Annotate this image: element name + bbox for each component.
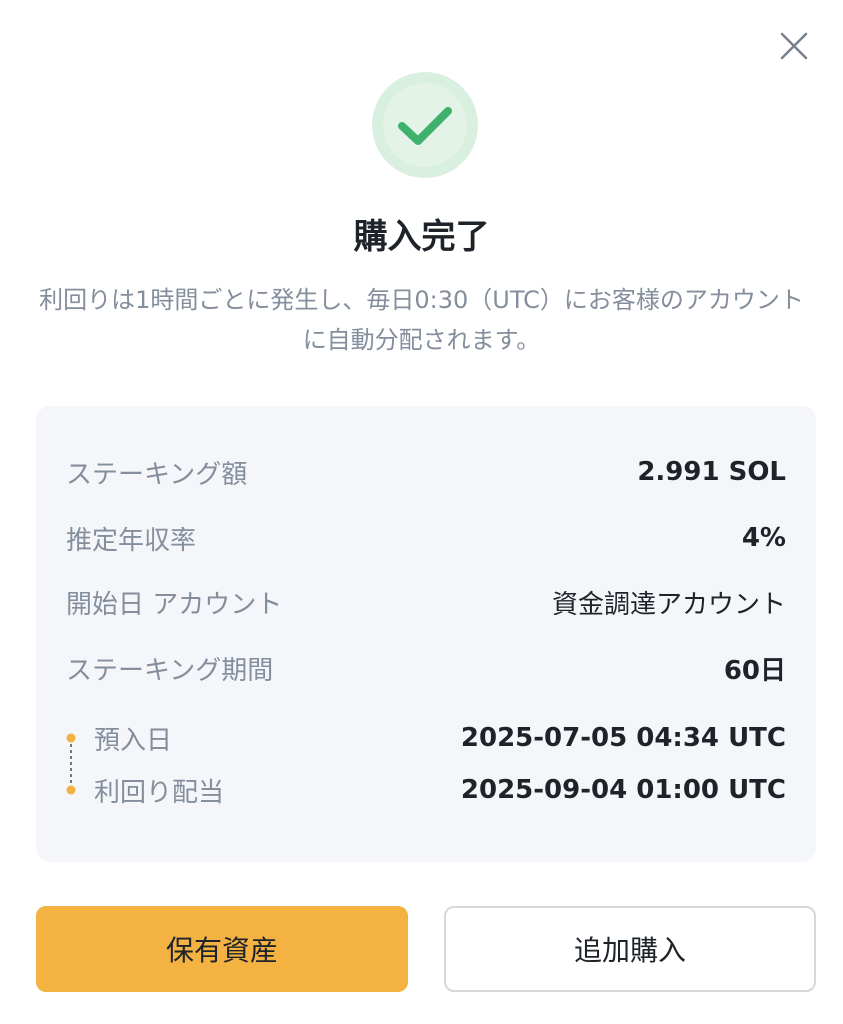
deposit-date-value: 2025-07-05 04:34 UTC: [460, 723, 786, 753]
close-button[interactable]: [774, 26, 814, 66]
dialog-title: 購入完了: [353, 217, 490, 257]
start-account-value: 資金調達アカウント: [551, 589, 786, 620]
dialog-description: 利回りは1時間ごとに発生し、毎日0:30（UTC）にお客様のアカウントに自動分配…: [39, 286, 804, 354]
detail-row-deposit-date: 預入日 2025-07-05 04:34 UTC: [66, 718, 786, 758]
yield-payout-label: 利回り配当: [94, 777, 225, 808]
staking-period-value: 60日: [723, 655, 786, 686]
deposit-date-label: 預入日: [94, 725, 173, 756]
close-icon: [780, 32, 808, 60]
detail-row-staking-amount: ステーキング額 2.991 SOL: [66, 452, 786, 492]
staking-period-label: ステーキング期間: [66, 655, 274, 686]
detail-row-start-account: 開始日 アカウント 資金調達アカウント: [66, 582, 786, 622]
staking-details-card: ステーキング額 2.991 SOL 推定年収率 4% 開始日 アカウント 資金調…: [36, 406, 816, 862]
start-account-label: 開始日 アカウント: [66, 589, 283, 620]
yield-payout-value: 2025-09-04 01:00 UTC: [460, 775, 786, 805]
checkmark-circle-icon: [372, 72, 478, 178]
estimated-apr-label: 推定年収率: [66, 525, 197, 556]
staking-amount-label: ステーキング額: [66, 459, 248, 490]
estimated-apr-value: 4%: [741, 523, 786, 553]
detail-row-yield-payout: 利回り配当 2025-09-04 01:00 UTC: [66, 770, 786, 810]
staking-amount-value: 2.991 SOL: [637, 457, 786, 487]
holdings-button[interactable]: 保有資産: [36, 906, 408, 992]
buy-more-button[interactable]: 追加購入: [444, 906, 816, 992]
detail-row-staking-period: ステーキング期間 60日: [66, 648, 786, 688]
detail-row-estimated-apr: 推定年収率 4%: [66, 518, 786, 558]
